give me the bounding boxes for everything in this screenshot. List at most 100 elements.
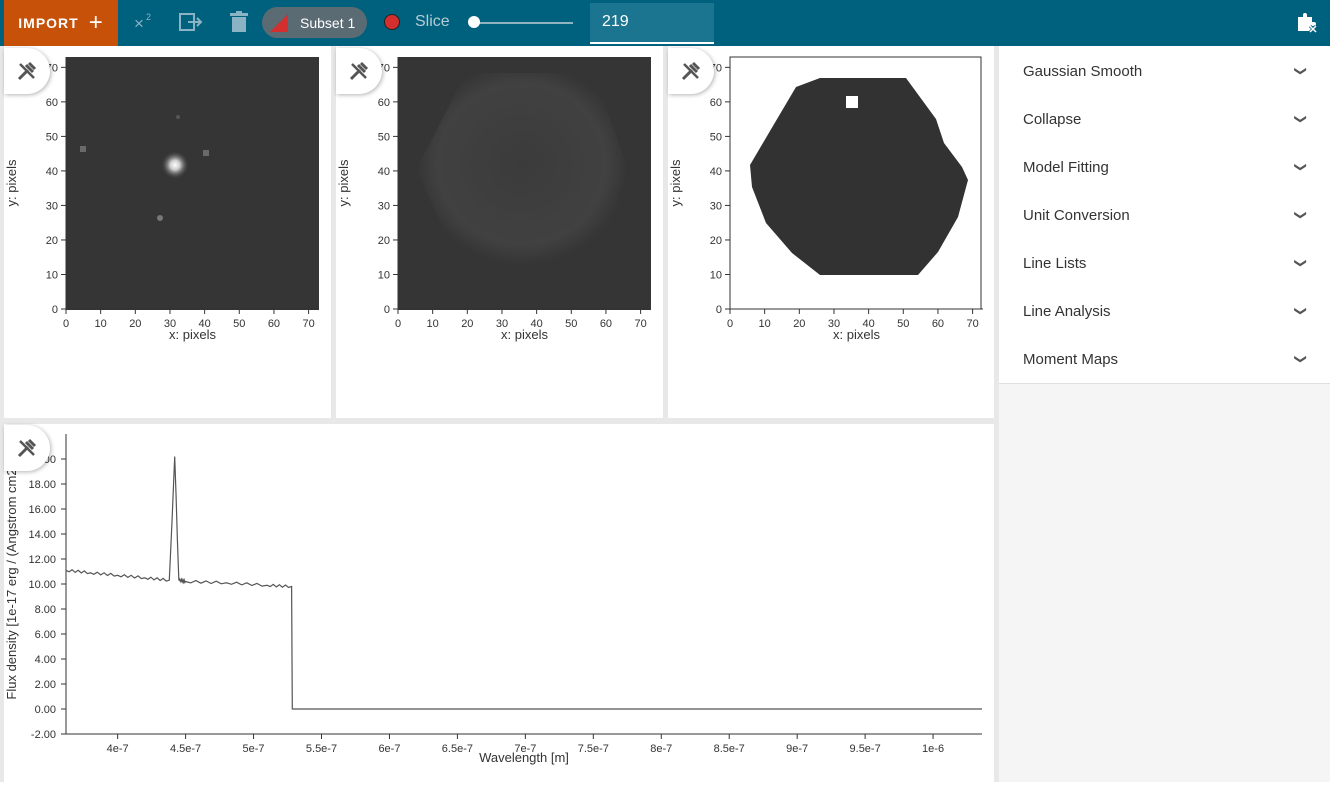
plugin-line-analysis[interactable]: Line Analysis ❯ [999,287,1330,335]
y-tick-label: 0 [716,304,722,316]
import-button[interactable]: IMPORT + [4,0,118,46]
x-tick-label: 20 [461,318,473,330]
image-plot-1: 0 10 20 30 40 50 60 70010203040506070x: pixelsy… [4,57,319,342]
plugin-label: Collapse [1023,110,1082,128]
image-plot-3: 0 10 20 30 40 50 60 70010203040506070x: pixelsy… [668,56,983,342]
spectrum-line [65,456,982,710]
app-toolbar: IMPORT + × 2 Subset 1 Slice 219 [0,0,1330,46]
source-blob [161,151,189,179]
y-tick-label: -2.00 [31,729,56,741]
puzzle-glyph [1298,13,1318,34]
chi-squared-icon[interactable]: × 2 [133,11,155,38]
x-tick-label: 10 [95,318,107,330]
plugin-label: Model Fitting [1023,158,1109,176]
y-tick-label: 0.00 [35,704,56,716]
plugin-unit-conversion[interactable]: Unit Conversion ❯ [999,191,1330,239]
x-tick-label: 6e-7 [378,743,400,755]
x-tick-label: 5e-7 [243,743,265,755]
y-tick-label: 10.00 [28,579,56,591]
y-tick-label: 10 [710,269,722,281]
y-axis-label: y: pixels [4,159,19,206]
y-axis-label: y: pixels [336,159,351,206]
chevron-down-icon: ❯ [1293,161,1308,173]
source-pixel [203,150,209,156]
x-tick-label: 60 [932,318,944,330]
slice-slider[interactable] [474,22,573,24]
slice-slider-thumb[interactable] [468,16,480,28]
plugin-line-lists[interactable]: Line Lists ❯ [999,239,1330,287]
y-tick-label: 50 [710,131,722,143]
x-tick-label: 0 [727,318,733,330]
y-tick-label: 14.00 [28,529,56,541]
subset-color-icon [270,14,288,32]
image-viewer-3[interactable]: 0 10 20 30 40 50 60 70 0 10 20 30 40 50 60 70 x: pixels y… [668,47,994,418]
source-pixel [80,146,86,152]
y-tick-label: 40 [710,166,722,178]
x-tick-label: 60 [268,318,280,330]
image-viewer-2[interactable]: 0 10 20 30 40 50 60 70 0 10 20 30 40 50 60 70 x: pixels y… [336,47,663,418]
viewer-tools-button-2[interactable] [336,48,382,94]
x-axis-label: x: pixels [833,327,880,342]
x-tick-label: 1e-6 [922,743,944,755]
spectrum-viewer[interactable]: -2.00 0.00 2.00 4.00 6.00 8.00 10.00 12.00 14.00… [4,424,994,782]
x-tick-label: 50 [233,318,245,330]
x-tick-label: 50 [565,318,577,330]
viewer-tools-button-3[interactable] [668,48,714,94]
y-tick-label: 8.00 [35,604,56,616]
y-tick-label: 0 [384,304,390,316]
y-tick-label: 20 [46,235,58,247]
plugin-collapse[interactable]: Collapse ❯ [999,95,1330,143]
x-tick-label: 4.5e-7 [170,743,201,755]
source-pixel [157,215,163,221]
spectrum-x-label: Wavelength [m] [479,750,569,765]
plugin-list: Gaussian Smooth ❯ Collapse ❯ Model Fitting… [999,47,1330,384]
trash-icon[interactable] [230,11,248,38]
x-tick-label: 70 [634,318,646,330]
plugin-model-fitting[interactable]: Model Fitting ❯ [999,143,1330,191]
x-tick-label: 4e-7 [107,743,129,755]
plugin-gaussian-smooth[interactable]: Gaussian Smooth ❯ [999,47,1330,95]
x-tick-label: 6.5e-7 [442,743,473,755]
plugin-moment-maps[interactable]: Moment Maps ❯ [999,335,1330,383]
x-tick-label: 0 [395,318,401,330]
x-tick-label: 60 [600,318,612,330]
trash-glyph [230,11,248,32]
y-tick-label: 16.00 [28,504,56,516]
y-tick-label: 50 [46,131,58,143]
y-tick-label: 2.00 [35,679,56,691]
x-tick-label: 5.5e-7 [306,743,337,755]
viewer-tools-button-1[interactable] [4,48,50,94]
image-viewer-1[interactable]: 0 10 20 30 40 50 60 70 0 10 20 30 40 50 60 70 x: pixels y… [4,47,331,418]
tools-icon [681,61,701,81]
plugin-label: Line Lists [1023,254,1087,272]
slice-indicator-icon [384,14,400,30]
y-tick-label: 50 [378,131,390,143]
spectrum-tools-button[interactable] [4,425,50,471]
x-axis-label: x: pixels [169,327,216,342]
y-tick-label: 60 [378,97,390,109]
subset-label: Subset 1 [300,15,356,31]
slice-label: Slice [415,13,450,30]
x-tick-label: 9e-7 [786,743,808,755]
chevron-down-icon: ❯ [1293,113,1308,125]
spectrum-y-ticks: -2.00 0.00 2.00 4.00 6.00 8.00 10.00 12.00 14.00… [28,454,66,741]
subset-selector[interactable]: Subset 1 [262,7,367,38]
svg-text:×: × [134,14,144,33]
x-tick-label: 20 [129,318,141,330]
plugin-label: Unit Conversion [1023,206,1130,224]
slice-input[interactable]: 219 [590,3,714,44]
chevron-down-icon: ❯ [1293,353,1308,365]
y-tick-label: 4.00 [35,654,56,666]
export-icon[interactable] [179,11,203,38]
plugin-label: Moment Maps [1023,350,1119,368]
source-pixel [176,115,180,119]
spectrum-plot: -2.00 0.00 2.00 4.00 6.00 8.00 10.00 12.00 14.00… [4,434,982,765]
plugin-panel: Gaussian Smooth ❯ Collapse ❯ Model Fitting… [999,47,1330,782]
y-tick-label: 10 [46,269,58,281]
x-tick-label: 70 [302,318,314,330]
spectrum-y-label: Flux density [1e-17 erg / (Angstrom cm2 [4,468,19,699]
chevron-down-icon: ❯ [1293,257,1308,269]
y-tick-label: 20 [710,235,722,247]
image-canvas-1[interactable] [66,57,319,310]
puzzle-close-icon[interactable] [1295,11,1319,40]
